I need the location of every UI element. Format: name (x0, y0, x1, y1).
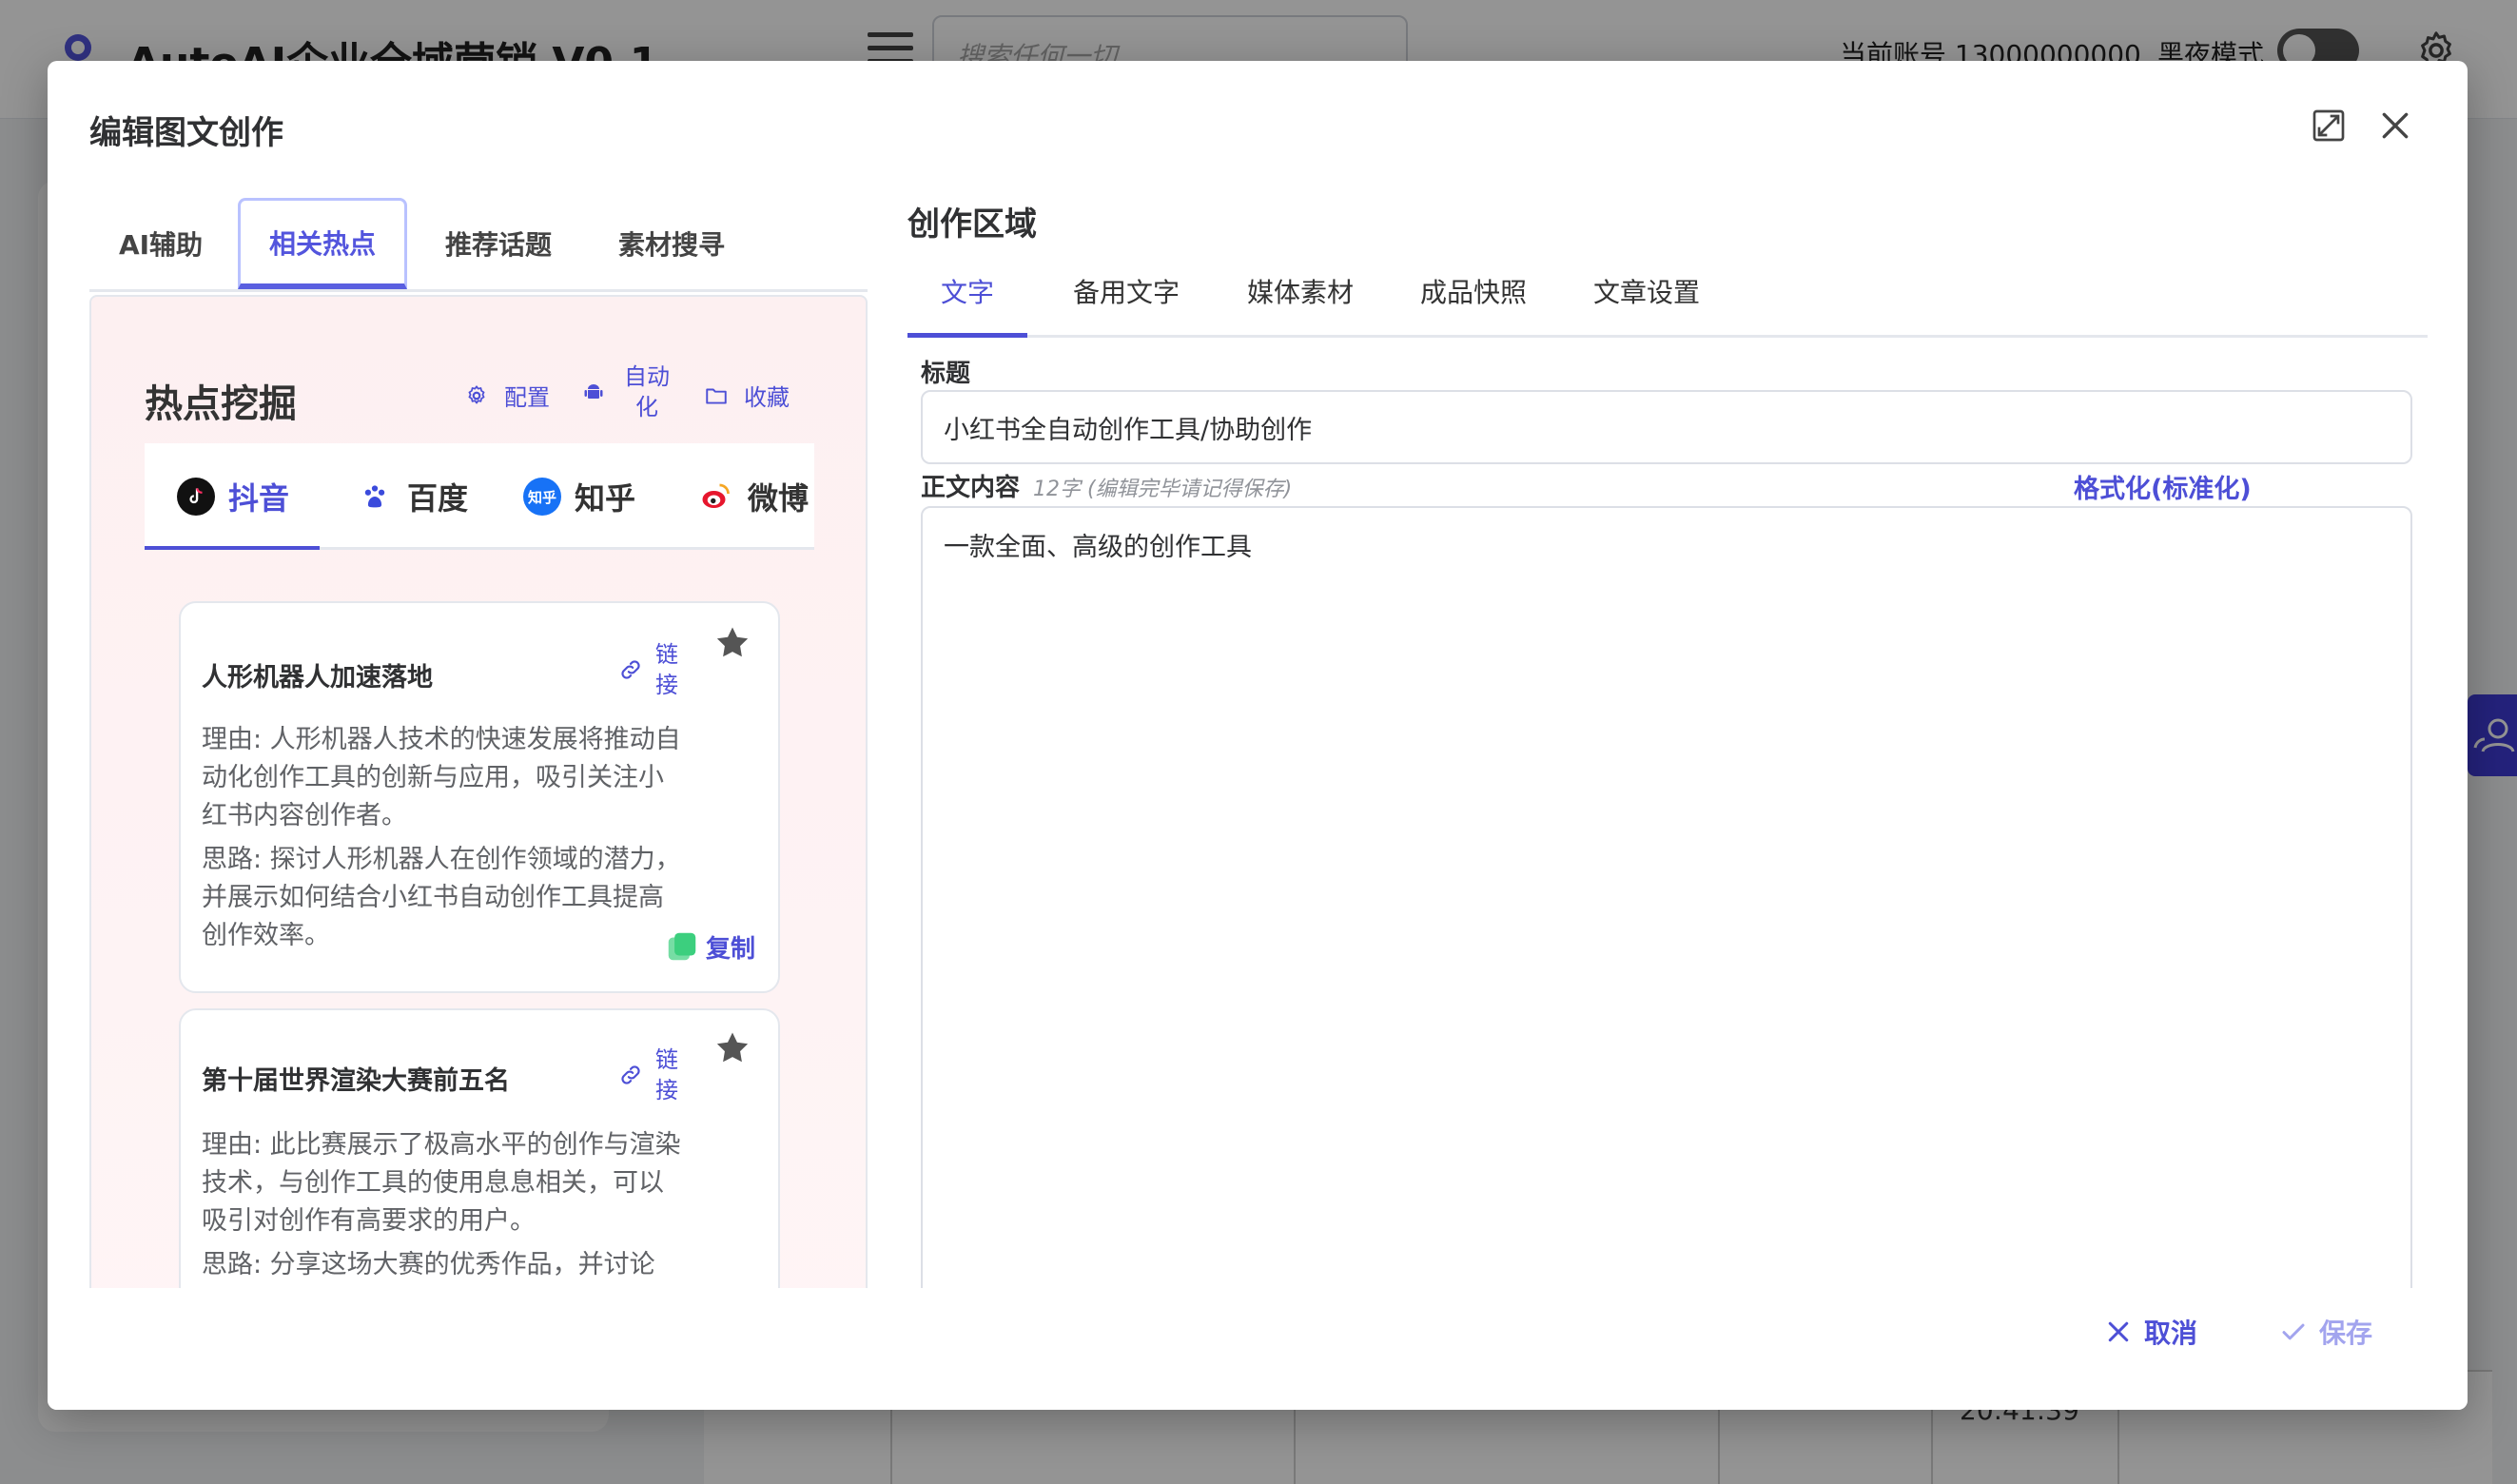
hotspot-panel: 热点挖掘 配置 自动化 收藏 抖音 百度 知乎 知乎 微博 人形机器人加速落地 … (89, 295, 868, 1410)
platform-tabs: 抖音 百度 知乎 知乎 微博 (145, 443, 814, 550)
link-icon (621, 1065, 640, 1084)
link-icon (621, 660, 640, 679)
platform-tab-indicator (145, 546, 320, 550)
tab-recommended-topics[interactable]: 推荐话题 (413, 198, 584, 289)
tab-backup-text[interactable]: 备用文字 (1046, 244, 1206, 339)
hotspot-card-title: 人形机器人加速落地 (202, 663, 433, 693)
platform-tab-douyin[interactable]: 抖音 (177, 443, 289, 550)
title-label: 标题 (921, 360, 971, 388)
tab-text[interactable]: 文字 (907, 244, 1027, 339)
cancel-button[interactable]: 取消 (2104, 1313, 2197, 1351)
tab-material-search[interactable]: 素材搜寻 (586, 198, 757, 289)
favorites-button[interactable]: 收藏 (704, 379, 790, 412)
copy-button[interactable]: 复制 (664, 928, 755, 965)
tab-active-indicator (907, 333, 1027, 338)
hotspot-link-button[interactable]: 链接 (618, 639, 681, 700)
close-icon (2108, 1321, 2129, 1342)
tab-product-snapshot[interactable]: 成品快照 (1393, 244, 1554, 339)
platform-tab-weibo[interactable]: 微博 (696, 443, 809, 550)
android-icon (584, 384, 603, 399)
copy-icon (668, 932, 696, 961)
creation-area-heading: 创作区域 (907, 205, 1037, 244)
douyin-icon (177, 478, 215, 516)
automation-button[interactable]: 自动化 (582, 361, 673, 422)
platform-tab-baidu[interactable]: 百度 (356, 443, 468, 550)
tab-divider (89, 289, 868, 292)
hotspot-link-button[interactable]: 链接 (618, 1045, 681, 1105)
tab-ai-assist[interactable]: AI辅助 (89, 198, 232, 289)
hotspot-card-title: 第十届世界渲染大赛前五名 (202, 1066, 510, 1096)
weibo-icon (696, 478, 734, 516)
tab-divider (907, 335, 2428, 338)
gear-icon (468, 384, 485, 403)
fullscreen-icon[interactable] (2310, 107, 2348, 145)
baidu-paw-icon (356, 478, 394, 516)
format-button[interactable]: 格式化(标准化) (2074, 468, 2252, 505)
word-count-hint: 12字 (编辑完毕请记得保存) (1033, 478, 1293, 501)
folder-icon (706, 388, 727, 404)
body-textarea[interactable]: 一款全面、高级的创作工具 (921, 506, 2412, 1410)
body-label: 正文内容 (921, 474, 1021, 502)
hotspot-card-reason: 理由: 此比赛展示了极高水平的创作与渲染技术，与创作工具的使用息息相关，可以吸引… (202, 1130, 681, 1236)
edit-post-dialog: 编辑图文创作 AI辅助 相关热点 推荐话题 素材搜寻 热点挖掘 配置 自动化 收… (48, 61, 2468, 1410)
tab-article-settings[interactable]: 文章设置 (1566, 244, 1727, 339)
title-input[interactable] (921, 390, 2412, 464)
check-icon (2282, 1323, 2305, 1340)
save-button[interactable]: 保存 (2279, 1313, 2372, 1351)
hotspot-card-reason: 理由: 人形机器人技术的快速发展将推动自动化创作工具的创新与应用，吸引关注小红书… (202, 725, 681, 830)
star-icon[interactable] (712, 1027, 753, 1069)
tab-media-material[interactable]: 媒体素材 (1219, 244, 1381, 339)
close-icon[interactable] (2376, 107, 2414, 145)
platform-tab-zhihu[interactable]: 知乎 知乎 (523, 443, 635, 550)
hotspot-card-idea: 思路: 探讨人形机器人在创作领域的潜力，并展示如何结合小红书自动创作工具提高创作… (202, 845, 681, 950)
tab-related-hotspots[interactable]: 相关热点 (238, 198, 407, 289)
hotspot-card-idea: 思路: 分享这场大赛的优秀作品，并讨论 (202, 1250, 655, 1279)
hotspot-title: 热点挖掘 (145, 382, 297, 426)
config-button[interactable]: 配置 (464, 379, 550, 412)
hotspot-card: 人形机器人加速落地 链接 理由: 人形机器人技术的快速发展将推动自动化创作工具的… (179, 601, 780, 993)
zhihu-icon: 知乎 (523, 478, 561, 516)
star-icon[interactable] (712, 622, 753, 664)
dialog-title: 编辑图文创作 (89, 114, 283, 152)
